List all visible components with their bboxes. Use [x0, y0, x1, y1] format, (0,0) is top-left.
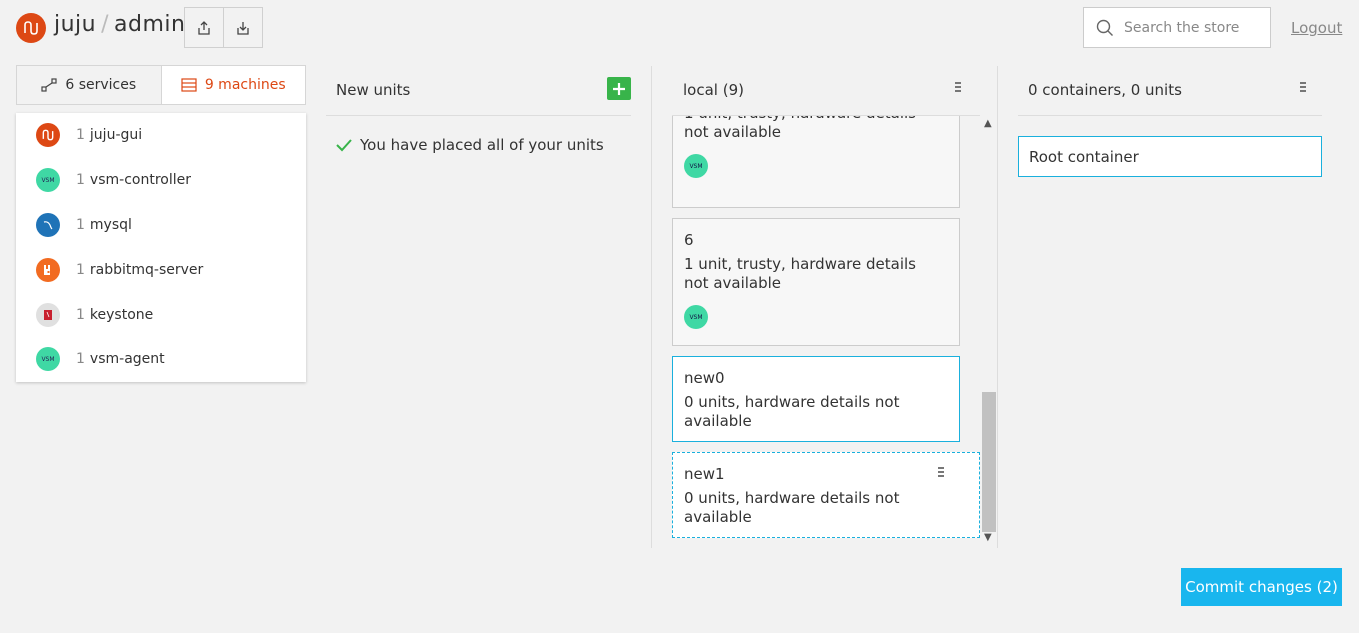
- service-name: mysql: [89, 216, 132, 233]
- list-item[interactable]: VSM 1 vsm-controller: [16, 158, 306, 203]
- import-icon: [237, 21, 249, 35]
- unit-count: 1: [76, 172, 85, 189]
- machine-details: 1 unit, trusty, hardware details not ava…: [684, 116, 916, 141]
- machine-menu-icon[interactable]: [938, 467, 944, 477]
- list-item[interactable]: VSM 1 vsm-agent: [16, 337, 306, 382]
- machine-card-selected[interactable]: new0 0 units, hardware details not avail…: [672, 356, 960, 442]
- brand: juju / admin: [54, 12, 185, 37]
- environment-name[interactable]: admin: [114, 12, 185, 37]
- rabbitmq-icon: [36, 257, 60, 282]
- search-input[interactable]: Search the store: [1124, 20, 1239, 36]
- list-item[interactable]: 1 keystone: [16, 292, 306, 337]
- export-icon: [198, 20, 210, 35]
- placed-message: You have placed all of your units: [336, 136, 604, 154]
- brand-name[interactable]: juju: [54, 12, 96, 37]
- unit-count: 1: [76, 216, 85, 233]
- tab-machines-label: 9 machines: [204, 77, 286, 93]
- unit-count: 1: [76, 351, 85, 368]
- machine-details: 0 units, hardware details not available: [684, 489, 900, 526]
- machine-card-new[interactable]: new1 0 units, hardware details not avail…: [672, 452, 980, 538]
- mysql-icon: [36, 212, 60, 237]
- vsm-icon: VSM: [36, 347, 60, 372]
- services-list: 1 juju-gui VSM 1 vsm-controller 1 mysql …: [16, 113, 306, 382]
- brand-separator: /: [101, 12, 110, 37]
- column-divider: [997, 66, 998, 548]
- unit-count: 1: [76, 261, 85, 278]
- vsm-icon[interactable]: VSM: [684, 154, 708, 178]
- service-name: rabbitmq-server: [89, 261, 204, 278]
- plus-icon: [613, 82, 625, 95]
- export-button[interactable]: [184, 7, 224, 48]
- machine-details: 1 unit, trusty, hardware details not ava…: [684, 255, 916, 292]
- scroll-up-icon[interactable]: ▲: [984, 118, 992, 129]
- root-container[interactable]: Root container: [1018, 136, 1322, 177]
- logout-link[interactable]: Logout: [1291, 19, 1342, 37]
- header: juju / admin Search the store Logout: [0, 0, 1359, 56]
- add-machine-button[interactable]: [607, 77, 631, 100]
- tab-services[interactable]: 6 services: [17, 66, 162, 104]
- containers-menu-icon[interactable]: [1300, 82, 1306, 92]
- machine-name: new1: [684, 465, 725, 483]
- divider: [1018, 115, 1322, 116]
- placed-message-text: You have placed all of your units: [360, 136, 604, 154]
- tab-services-label: 6 services: [65, 77, 137, 93]
- unit-count: 1: [76, 127, 85, 144]
- scroll-down-icon[interactable]: ▼: [984, 532, 992, 543]
- machine-list: 1 unit, trusty, hardware details not ava…: [672, 116, 980, 546]
- check-icon: [336, 139, 352, 152]
- machines-title[interactable]: local (9): [683, 81, 744, 99]
- search-icon: [1096, 19, 1113, 36]
- machines-menu-icon[interactable]: [955, 82, 961, 92]
- list-item[interactable]: 1 rabbitmq-server: [16, 247, 306, 292]
- divider: [326, 115, 631, 116]
- service-name: vsm-agent: [89, 351, 165, 368]
- service-name: keystone: [89, 306, 154, 323]
- machines-icon: [181, 78, 197, 92]
- vsm-icon[interactable]: VSM: [684, 305, 708, 329]
- juju-icon: [36, 123, 60, 148]
- containers-title: 0 containers, 0 units: [1028, 81, 1182, 99]
- commit-changes-button[interactable]: Commit changes (2): [1181, 568, 1342, 606]
- unit-count: 1: [76, 306, 85, 323]
- import-button[interactable]: [223, 7, 263, 48]
- services-icon: [41, 78, 57, 92]
- list-item[interactable]: 1 mysql: [16, 203, 306, 248]
- tab-machines[interactable]: 9 machines: [161, 66, 305, 104]
- sidebar-tabs: 6 services 9 machines: [16, 65, 306, 105]
- machine-name: 6: [684, 231, 694, 249]
- machine-card[interactable]: 6 1 unit, trusty, hardware details not a…: [672, 218, 960, 346]
- new-units-title: New units: [336, 81, 411, 99]
- juju-logo-icon[interactable]: [16, 13, 46, 43]
- service-name: vsm-controller: [89, 172, 191, 189]
- machine-card[interactable]: 1 unit, trusty, hardware details not ava…: [672, 116, 960, 208]
- scrollbar[interactable]: ▲ ▼: [982, 116, 996, 546]
- scroll-thumb[interactable]: [982, 392, 996, 532]
- search-box[interactable]: Search the store: [1083, 7, 1271, 48]
- list-item[interactable]: 1 juju-gui: [16, 113, 306, 158]
- machine-name: new0: [684, 369, 725, 387]
- keystone-icon: [36, 302, 60, 327]
- vsm-icon: VSM: [36, 168, 60, 193]
- machine-details: 0 units, hardware details not available: [684, 393, 900, 430]
- service-name: juju-gui: [89, 127, 143, 144]
- column-divider: [651, 66, 652, 548]
